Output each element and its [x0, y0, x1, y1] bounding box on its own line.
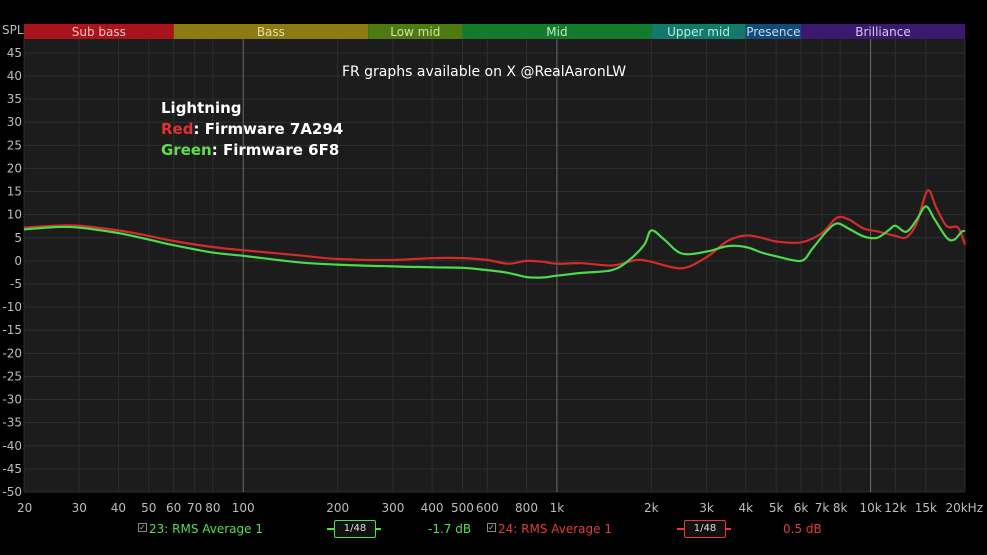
y-tick-label: -40 — [2, 439, 22, 453]
band-label-1: Bass — [257, 25, 285, 39]
chart-title: FR graphs available on X @RealAaronLW — [342, 64, 626, 80]
x-tick-label: 100 — [232, 501, 255, 515]
band-label-2: Low mid — [390, 25, 440, 39]
x-tick-label: 800 — [515, 501, 538, 515]
x-tick-label: 200 — [326, 501, 349, 515]
red-smoothing-button[interactable]: 1/48 — [684, 520, 726, 538]
y-tick-label: 20 — [7, 161, 22, 175]
y-tick-label: 15 — [7, 185, 22, 199]
x-tick-label: 70 — [187, 501, 202, 515]
x-tick-label: 3k — [699, 501, 714, 515]
y-tick-label: 30 — [7, 115, 22, 129]
y-tick-label: 5 — [14, 231, 22, 245]
y-tick-label: -30 — [2, 393, 22, 407]
x-tick-label: 7k — [815, 501, 830, 515]
x-tick-label: 1k — [550, 501, 565, 515]
y-tick-label: -25 — [2, 369, 22, 383]
x-tick-label: 6k — [794, 501, 809, 515]
red-measurement-label[interactable]: 24: RMS Average 1 — [498, 522, 612, 536]
red-visibility-checkbox[interactable]: ✓ — [487, 523, 496, 532]
band-label-0: Sub bass — [72, 25, 126, 39]
legend-key-red: Red — [161, 120, 193, 138]
y-tick-label: 10 — [7, 208, 22, 222]
x-tick-label: 2k — [644, 501, 659, 515]
x-tick-label: 50 — [141, 501, 156, 515]
x-tick-label: 12k — [884, 501, 906, 515]
y-tick-label: -20 — [2, 346, 22, 360]
band-label-5: Presence — [746, 25, 800, 39]
y-tick-label: -10 — [2, 300, 22, 314]
legend-entry-green: Green: Firmware 6F8 — [161, 141, 339, 159]
green-measurement-label[interactable]: 23: RMS Average 1 — [149, 522, 263, 536]
x-tick-label: 30 — [72, 501, 87, 515]
y-tick-label: 25 — [7, 138, 22, 152]
legend-heading: Lightning — [161, 99, 242, 117]
frequency-response-chart: Sub bass Bass Low mid Mid Upper mid Presence B… — [0, 0, 987, 555]
x-tick-label: 8k — [833, 501, 848, 515]
x-tick-label: 300 — [381, 501, 404, 515]
x-tick-label: 5k — [769, 501, 784, 515]
x-tick-label: 80 — [205, 501, 220, 515]
y-tick-label: -35 — [2, 416, 22, 430]
green-visibility-checkbox[interactable]: ✓ — [138, 523, 147, 532]
y-tick-label: -45 — [2, 462, 22, 476]
x-tick-label: 500 — [451, 501, 474, 515]
y-tick-label: -50 — [2, 485, 22, 499]
x-tick-label: 15k — [915, 501, 937, 515]
legend-text-green: : Firmware 6F8 — [212, 141, 340, 159]
x-tick-label: 600 — [476, 501, 499, 515]
band-label-3: Mid — [546, 25, 567, 39]
y-tick-label: -5 — [10, 277, 22, 291]
y-axis-label: SPL — [2, 23, 24, 37]
y-tick-label: -15 — [2, 323, 22, 337]
x-tick-label: 40 — [111, 501, 126, 515]
x-tick-label: 20kHz — [945, 501, 983, 515]
x-tick-label: 4k — [738, 501, 753, 515]
legend-entry-red: Red: Firmware 7A294 — [161, 120, 343, 138]
x-tick-label: 60 — [166, 501, 181, 515]
legend-key-green: Green — [161, 141, 212, 159]
measurement-footer: ✓ 23: RMS Average 1 1/48 -1.7 dB ✓ 24: R… — [0, 516, 987, 542]
green-smoothing-button[interactable]: 1/48 — [334, 520, 376, 538]
frequency-band-bar: Sub bass Bass Low mid Mid Upper mid Presence B… — [24, 24, 965, 39]
red-offset-value[interactable]: 0.5 dB — [783, 522, 822, 536]
x-tick-label: 10k — [859, 501, 881, 515]
band-label-4: Upper mid — [667, 25, 730, 39]
x-tick-label: 400 — [421, 501, 444, 515]
green-offset-value[interactable]: -1.7 dB — [428, 522, 471, 536]
y-tick-label: 35 — [7, 92, 22, 106]
y-tick-label: 45 — [7, 46, 22, 60]
x-tick-label: 20 — [17, 501, 32, 515]
y-tick-label: 40 — [7, 69, 22, 83]
y-tick-label: 0 — [14, 254, 22, 268]
band-label-6: Brilliance — [855, 25, 910, 39]
legend-text-red: : Firmware 7A294 — [193, 120, 343, 138]
